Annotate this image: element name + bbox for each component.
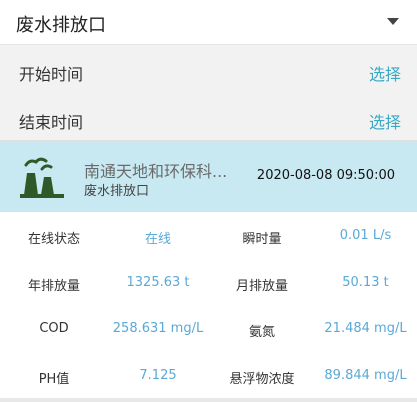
metric-value: 在线 xyxy=(144,232,171,247)
metric-label: 瞬时量 xyxy=(242,232,282,247)
outlet-type-value: 废水排放口 xyxy=(16,15,106,36)
start-time-row[interactable]: 开始时间 选择 xyxy=(0,46,417,96)
metric-value: 89.844 mg/L xyxy=(324,368,407,383)
metric-label: COD xyxy=(39,321,69,336)
metric-label: 悬浮物浓度 xyxy=(229,372,295,387)
page: 废水排放口 开始时间 选择 结束时间 选择 南通天地和环保科... 废水排放口 … xyxy=(0,0,417,402)
end-time-row[interactable]: 结束时间 选择 xyxy=(0,94,417,144)
start-time-label: 开始时间 xyxy=(19,65,84,84)
end-time-select-link[interactable]: 选择 xyxy=(369,109,401,133)
bottom-edge xyxy=(0,398,417,402)
metric-value: 258.631 mg/L xyxy=(112,321,204,336)
outlet-type-dropdown[interactable]: 废水排放口 xyxy=(0,0,417,45)
metrics-grid: 在线状态 在线 瞬时量 0.01 L/s 年排放量 1325.63 t 月排放量… xyxy=(0,212,417,402)
metric-value: 1325.63 t xyxy=(126,275,190,290)
chevron-down-icon[interactable] xyxy=(387,18,399,25)
metric-value: 50.13 t xyxy=(342,275,389,290)
metric-label: 氨氮 xyxy=(248,325,275,340)
factory-icon xyxy=(20,157,64,198)
station-type: 废水排放口 xyxy=(84,184,150,199)
end-time-label: 结束时间 xyxy=(19,113,84,132)
metric-value: 0.01 L/s xyxy=(339,228,392,243)
metric-value: 7.125 xyxy=(139,368,177,383)
station-name: 南通天地和环保科... xyxy=(84,162,228,181)
metric-label: 在线状态 xyxy=(27,232,80,247)
start-time-select-link[interactable]: 选择 xyxy=(369,61,401,85)
station-header[interactable]: 南通天地和环保科... 废水排放口 2020-08-08 09:50:00 xyxy=(0,141,417,212)
metric-label: 年排放量 xyxy=(27,279,80,294)
metric-label: 月排放量 xyxy=(235,279,288,294)
station-timestamp: 2020-08-08 09:50:00 xyxy=(256,168,395,183)
metric-value: 21.484 mg/L xyxy=(324,321,407,336)
metric-label: PH值 xyxy=(38,372,70,387)
